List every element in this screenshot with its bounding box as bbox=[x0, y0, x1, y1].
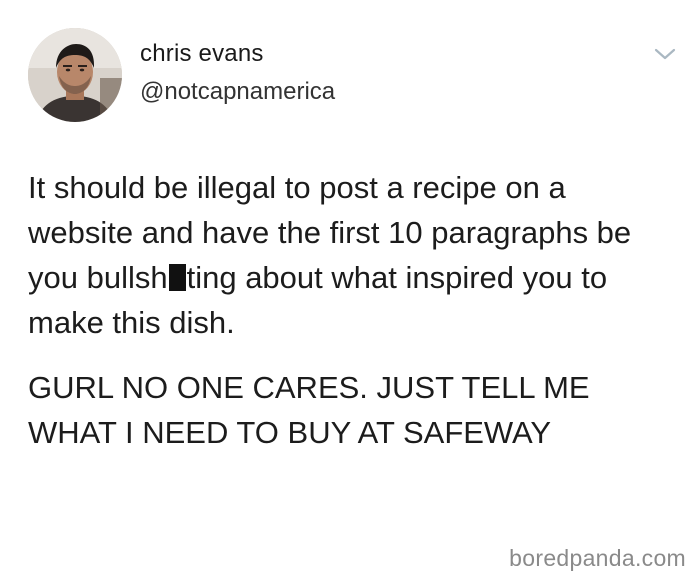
chevron-down-icon bbox=[654, 48, 676, 60]
user-handle[interactable]: @notcapnamerica bbox=[140, 78, 335, 106]
tweet-card: chris evans @notcapnamerica It should be… bbox=[0, 0, 700, 586]
tweet-paragraph-1: It should be illegal to post a recipe on… bbox=[28, 165, 678, 345]
source-watermark: boredpanda.com bbox=[509, 545, 686, 571]
redaction-block bbox=[168, 264, 186, 291]
avatar[interactable] bbox=[28, 28, 122, 122]
tweet-text: It should be illegal to post a recipe on… bbox=[28, 165, 678, 455]
tweet-menu-button[interactable] bbox=[650, 42, 680, 66]
profile-photo-icon bbox=[28, 28, 122, 122]
tweet-paragraph-2: GURL NO ONE CARES. JUST TELL ME WHAT I N… bbox=[28, 370, 590, 450]
display-name[interactable]: chris evans bbox=[140, 40, 264, 68]
